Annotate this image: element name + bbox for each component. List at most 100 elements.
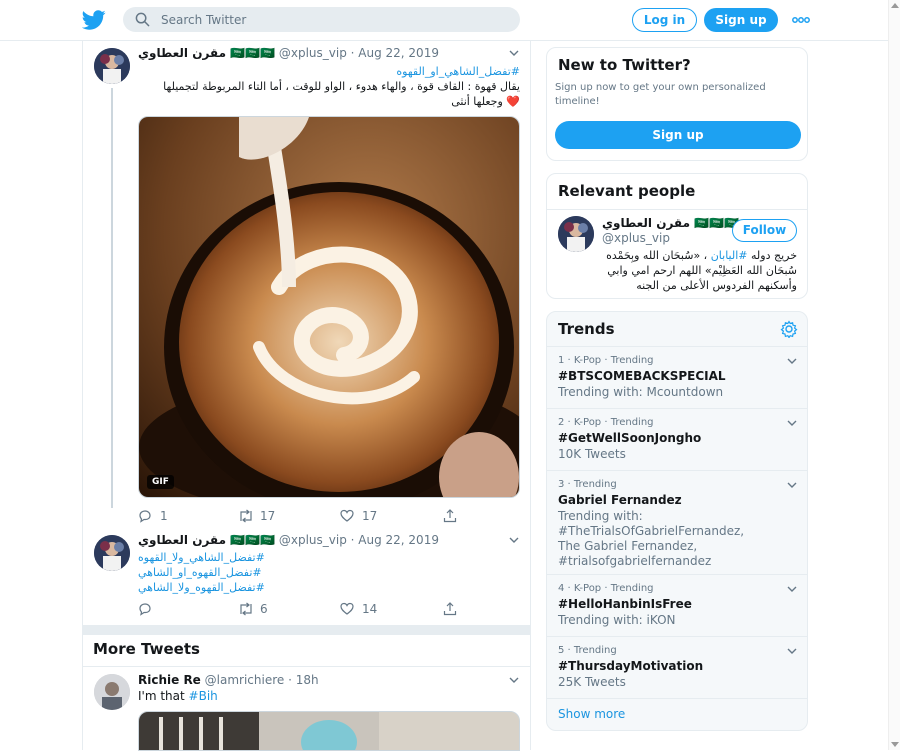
share-button[interactable]	[443, 601, 463, 617]
more-tweet-1[interactable]: Richie Re @lamrichiere · 18h I'm that #B…	[83, 673, 530, 751]
signup-button[interactable]: Sign up	[555, 121, 801, 149]
latte-art-image	[139, 117, 519, 497]
like-button[interactable]: 14	[340, 601, 390, 617]
chevron-down-icon[interactable]	[787, 482, 797, 488]
trend-subtext: Trending with: iKON	[558, 613, 676, 627]
more-tweets-title: More Tweets	[93, 640, 200, 658]
retweet-count: 17	[260, 509, 276, 523]
trend-subtext: 25K Tweets	[558, 675, 626, 689]
tweet-date[interactable]: Aug 22, 2019	[358, 46, 439, 60]
gif-media[interactable]: GIF	[138, 116, 520, 498]
like-button[interactable]: 17	[340, 508, 390, 524]
like-count: 14	[362, 602, 378, 616]
hashtag-link[interactable]: #تفضل_الشاهي_ولا_القهوه	[138, 550, 520, 565]
hashtag-link[interactable]: #تفضل_القهوه_ولا_الشاهي	[138, 580, 520, 595]
user-handle[interactable]: @xplus_vip	[279, 46, 347, 60]
more-options-icon[interactable]	[791, 10, 811, 30]
trend-item[interactable]: 1 · K-Pop · Trending #BTSCOMEBACKSPECIAL…	[547, 346, 807, 408]
avatar[interactable]	[558, 216, 594, 252]
signup-button[interactable]: Sign up	[704, 8, 778, 32]
timeline-column: مقرن العطاوي 🇸🇦🇸🇦🇸🇦 @xplus_vip · Aug 22,…	[82, 41, 531, 751]
trend-subtext: Trending with: #TheTrialsOfGabrielFernan…	[558, 509, 745, 568]
search-box[interactable]	[123, 7, 520, 32]
trend-meta: 4 · K-Pop · Trending	[558, 583, 654, 594]
heart-emoji: ❤️	[506, 95, 520, 108]
user-name[interactable]: مقرن العطاوي 🇸🇦🇸🇦🇸🇦	[138, 46, 275, 60]
tweet-actions: 1 17 17	[138, 508, 520, 524]
top-navigation-bar: Log in Sign up	[0, 0, 900, 41]
person-name[interactable]: مقرن العطاوي 🇸🇦🇸🇦🇸🇦	[602, 216, 739, 230]
tweet-date[interactable]: Aug 22, 2019	[358, 533, 439, 547]
tweet-header: مقرن العطاوي 🇸🇦🇸🇦🇸🇦 @xplus_vip · Aug 22,…	[138, 533, 439, 547]
avatar[interactable]	[94, 535, 130, 571]
tweet-text: #تفضل_الشاهي_ولا_القهوه #تفضل_القهوه_او_…	[138, 550, 520, 595]
tweet-media[interactable]	[138, 711, 520, 751]
like-count: 17	[362, 509, 378, 523]
avatar[interactable]	[94, 48, 130, 84]
bio-text: سُبحَان الله العَظِيْم» اللهم ارحم امي و…	[607, 264, 797, 277]
trend-item[interactable]: 2 · K-Pop · Trending #GetWellSoonJongho …	[547, 408, 807, 470]
gear-icon[interactable]	[780, 320, 798, 338]
heart-icon	[340, 509, 354, 522]
trend-meta: 5 · Trending	[558, 645, 617, 656]
bio-text: خريج دوله	[747, 249, 797, 262]
tweet-header: Richie Re @lamrichiere · 18h	[138, 673, 319, 687]
follow-button[interactable]: Follow	[732, 219, 797, 242]
card-title: Relevant people	[558, 182, 696, 200]
chevron-down-icon[interactable]	[787, 420, 797, 426]
user-handle[interactable]: @xplus_vip	[279, 533, 347, 547]
scroll-down-arrow-icon[interactable]	[891, 742, 899, 747]
trend-name[interactable]: #ThursdayMotivation	[558, 659, 703, 673]
new-to-twitter-card: New to Twitter? Sign up now to get your …	[546, 47, 808, 161]
tweet-header: مقرن العطاوي 🇸🇦🇸🇦🇸🇦 @xplus_vip · Aug 22,…	[138, 46, 439, 60]
retweet-icon	[240, 602, 252, 616]
bio-text: وأسكنهم الفردوس الأعلى من الجنه	[636, 279, 797, 292]
login-button[interactable]: Log in	[632, 8, 697, 32]
trend-name[interactable]: #HelloHanbinIsFree	[558, 597, 692, 611]
trend-name[interactable]: Gabriel Fernandez	[558, 493, 682, 507]
trend-name[interactable]: #GetWellSoonJongho	[558, 431, 701, 445]
avatar[interactable]	[94, 674, 130, 710]
chevron-down-icon[interactable]	[509, 677, 519, 683]
chevron-down-icon[interactable]	[787, 648, 797, 654]
scroll-up-arrow-icon[interactable]	[891, 3, 899, 8]
thread-line	[111, 88, 113, 508]
chevron-down-icon[interactable]	[509, 50, 519, 56]
trend-item[interactable]: 5 · Trending #ThursdayMotivation 25K Twe…	[547, 636, 807, 698]
user-name[interactable]: مقرن العطاوي 🇸🇦🇸🇦🇸🇦	[138, 533, 275, 547]
tweet-time[interactable]: 18h	[296, 673, 319, 687]
hashtag-link[interactable]: #تفضل_القهوه_او_الشاهي	[138, 565, 520, 580]
hashtag-link[interactable]: #Bih	[189, 689, 218, 703]
retweet-button[interactable]: 17	[238, 508, 288, 524]
twitter-bird-icon[interactable]	[82, 8, 106, 32]
gif-badge: GIF	[147, 475, 174, 489]
chevron-down-icon[interactable]	[787, 358, 797, 364]
trend-item[interactable]: 4 · K-Pop · Trending #HelloHanbinIsFree …	[547, 574, 807, 636]
retweet-button[interactable]: 6	[238, 601, 288, 617]
trend-item[interactable]: 3 · Trending Gabriel Fernandez Trending …	[547, 470, 807, 574]
hashtag-link[interactable]: #اليابان	[711, 249, 748, 262]
card-title: Trends	[558, 320, 615, 338]
tweet-1[interactable]: مقرن العطاوي 🇸🇦🇸🇦🇸🇦 @xplus_vip · Aug 22,…	[83, 46, 530, 526]
person-row[interactable]: مقرن العطاوي 🇸🇦🇸🇦🇸🇦 @xplus_vip Follow خر…	[547, 210, 807, 298]
search-input[interactable]	[161, 10, 501, 29]
user-name[interactable]: Richie Re	[138, 673, 201, 687]
trends-card: Trends 1 · K-Pop · Trending #BTSCOMEBACK…	[546, 311, 808, 731]
chevron-down-icon[interactable]	[509, 537, 519, 543]
user-handle[interactable]: @lamrichiere	[205, 673, 285, 687]
reply-button[interactable]	[138, 601, 178, 617]
hashtag-link[interactable]: #تفضل_الشاهي_او_القهوه	[138, 64, 520, 79]
share-button[interactable]	[443, 508, 463, 524]
tweet-2[interactable]: مقرن العطاوي 🇸🇦🇸🇦🇸🇦 @xplus_vip · Aug 22,…	[83, 533, 530, 625]
chevron-down-icon[interactable]	[787, 586, 797, 592]
show-more-row[interactable]: Show more	[547, 698, 807, 730]
show-more-link[interactable]: Show more	[558, 707, 625, 721]
retweet-icon	[240, 509, 252, 523]
trend-name[interactable]: #BTSCOMEBACKSPECIAL	[558, 369, 726, 383]
trend-meta: 3 · Trending	[558, 479, 617, 490]
page-scrollbar[interactable]	[888, 0, 900, 750]
section-gap	[83, 625, 530, 635]
person-handle[interactable]: @xplus_vip	[602, 231, 670, 245]
reply-button[interactable]: 1	[138, 508, 178, 524]
reply-icon	[139, 603, 151, 616]
